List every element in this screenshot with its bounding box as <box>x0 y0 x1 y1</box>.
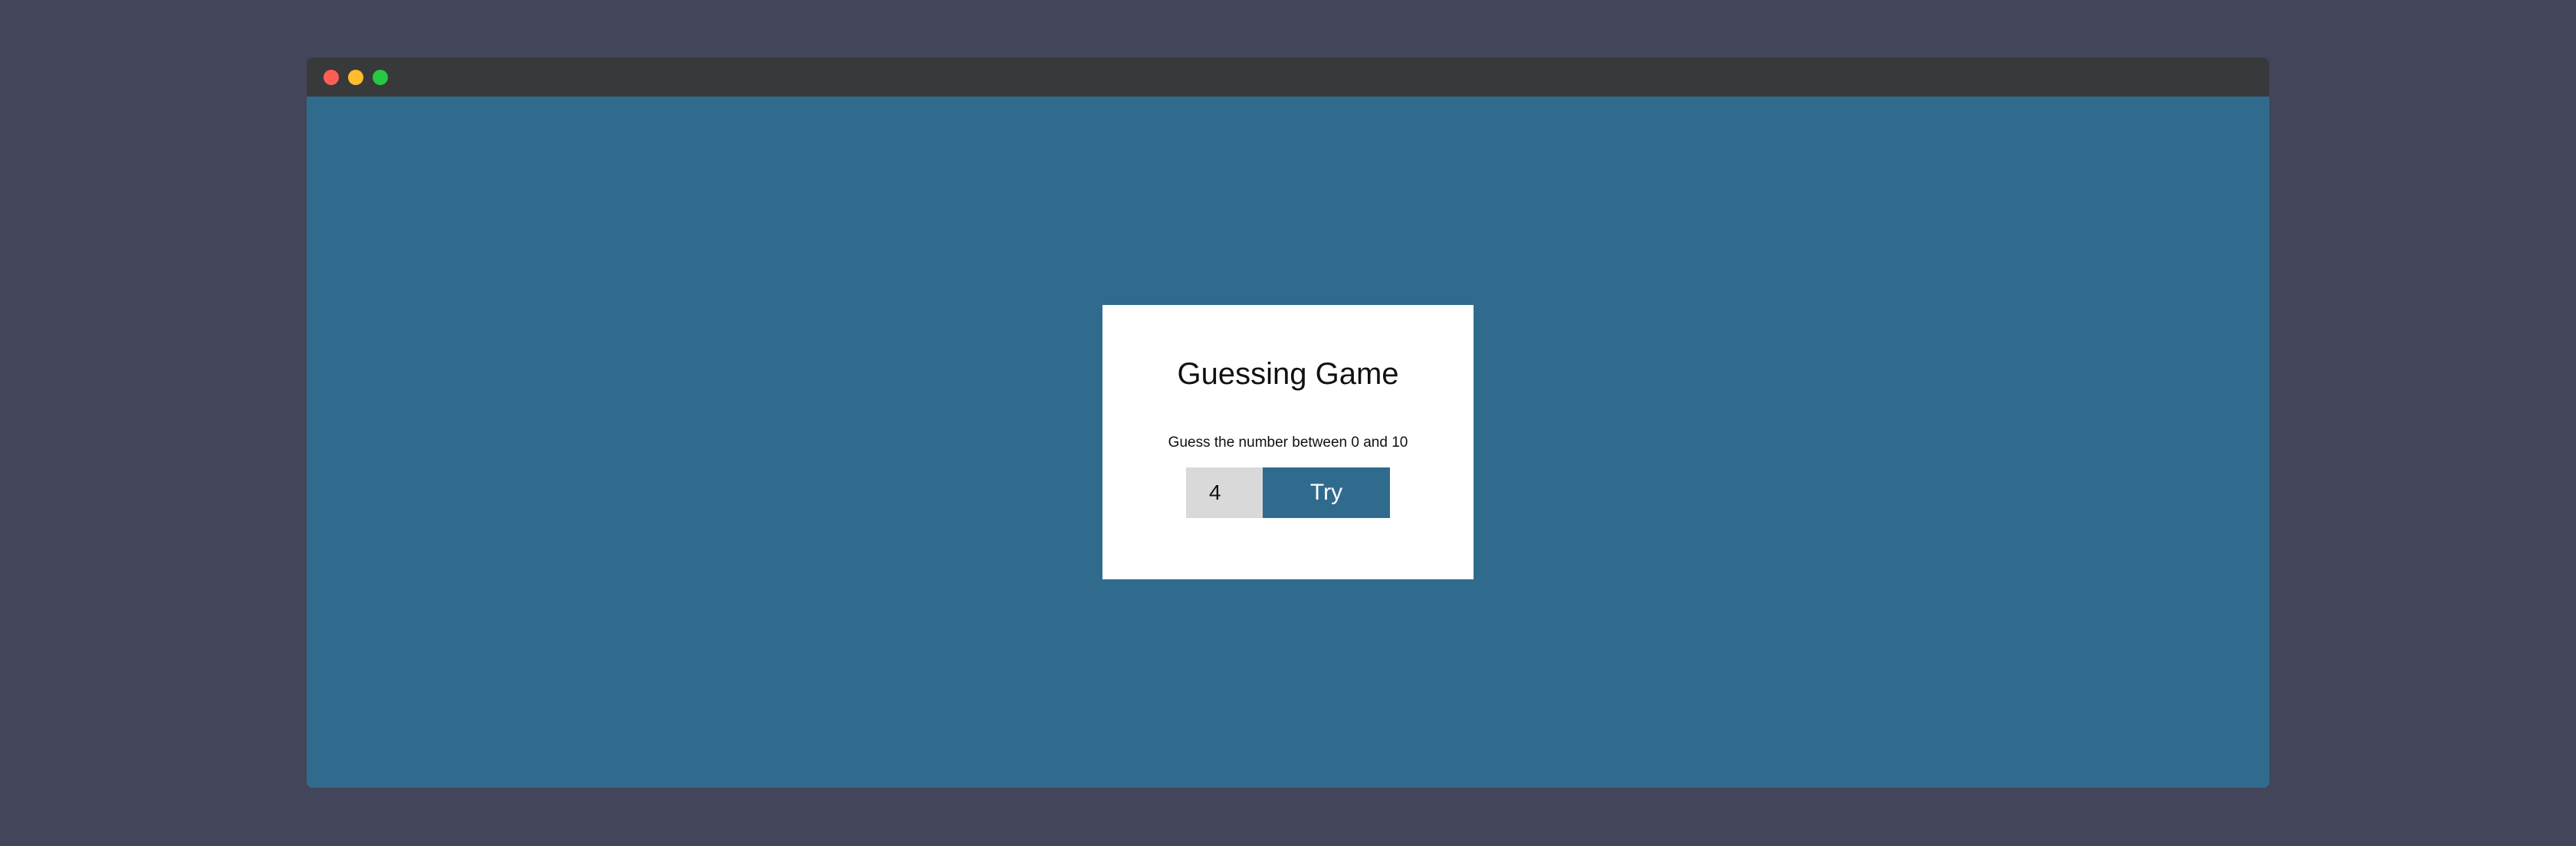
window-titlebar[interactable] <box>307 57 2269 97</box>
game-card: Guessing Game Guess the number between 0… <box>1102 305 1474 579</box>
minimize-window-icon[interactable] <box>348 70 363 85</box>
try-button[interactable]: Try <box>1263 467 1390 518</box>
close-window-icon[interactable] <box>324 70 339 85</box>
game-title: Guessing Game <box>1177 357 1399 391</box>
maximize-window-icon[interactable] <box>373 70 388 85</box>
app-content: Guessing Game Guess the number between 0… <box>307 97 2269 788</box>
guess-input[interactable] <box>1186 467 1263 518</box>
app-window: Guessing Game Guess the number between 0… <box>307 57 2269 788</box>
game-instructions: Guess the number between 0 and 10 <box>1168 434 1408 451</box>
